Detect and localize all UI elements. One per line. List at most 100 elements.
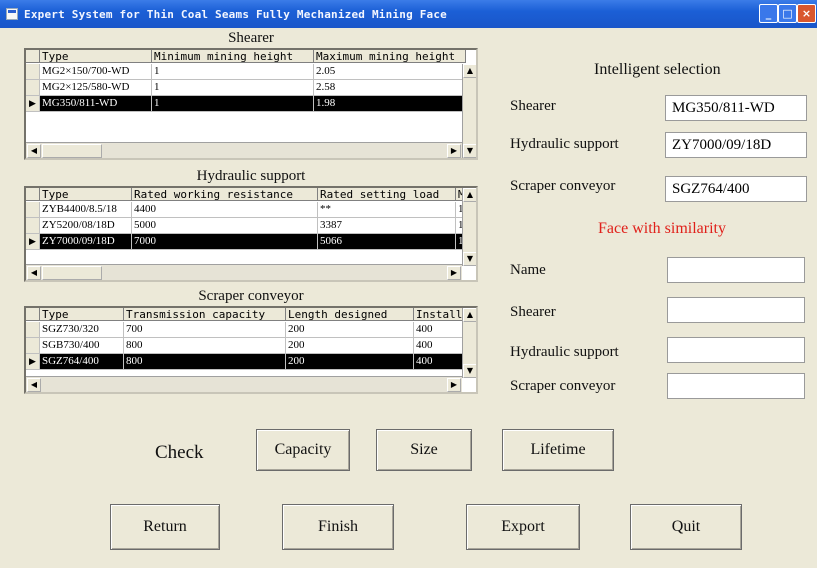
column-header[interactable]: Type xyxy=(40,308,124,320)
name-label: Name xyxy=(510,262,546,278)
grid-cell: 1.98 xyxy=(314,96,466,111)
column-header[interactable]: Transmission capacity xyxy=(124,308,286,320)
vertical-scrollbar[interactable]: ▲ ▼ xyxy=(462,64,476,158)
row-pointer-icon: ▶ xyxy=(26,354,40,369)
grid-header: Type Transmission capacity Length design… xyxy=(26,308,466,321)
selected-hydraulic-support-field[interactable]: ZY7000/09/18D xyxy=(665,132,807,158)
minimize-button[interactable]: _ xyxy=(759,4,778,23)
lifetime-button[interactable]: Lifetime xyxy=(502,429,614,471)
selected-scraper-conveyor-field[interactable]: SGZ764/400 xyxy=(665,176,807,202)
table-row-selected[interactable]: ▶ MG350/811-WD 1 1.98 xyxy=(26,96,466,112)
grid-cell: 3387 xyxy=(318,218,456,233)
face-similarity-title: Face with similarity xyxy=(598,220,726,237)
similar-scraper-conveyor-label: Scraper conveyor xyxy=(510,378,616,394)
check-label: Check xyxy=(155,442,204,463)
scroll-up-icon[interactable]: ▲ xyxy=(463,308,476,322)
grid-cell: 5000 xyxy=(132,218,318,233)
scroll-left-icon[interactable]: ◀ xyxy=(27,266,41,280)
hydraulic-grid-title: Hydraulic support xyxy=(196,168,306,184)
similar-name-field[interactable] xyxy=(667,257,805,283)
grid-cell: ZY5200/08/18D xyxy=(40,218,132,233)
scroll-right-icon[interactable]: ▶ xyxy=(447,378,461,392)
size-button[interactable]: Size xyxy=(376,429,472,471)
table-row[interactable]: SGB730/400 800 200 400 xyxy=(26,338,466,354)
similar-shearer-label: Shearer xyxy=(510,304,556,320)
scroll-thumb[interactable] xyxy=(42,144,102,158)
grid-cell: 400 xyxy=(414,354,466,369)
grid-cell: 5066 xyxy=(318,234,456,249)
column-header[interactable]: Length designed xyxy=(286,308,414,320)
capacity-button[interactable]: Capacity xyxy=(256,429,350,471)
scroll-down-icon[interactable]: ▼ xyxy=(463,252,476,266)
table-row[interactable]: MG2×150/700-WD 1 2.05 xyxy=(26,64,466,80)
export-button[interactable]: Export xyxy=(466,504,580,550)
column-header[interactable]: Rated setting load xyxy=(318,188,456,200)
scroll-thumb[interactable] xyxy=(42,266,102,280)
table-row[interactable]: ZYB4400/8.5/18 4400 ** 180 xyxy=(26,202,466,218)
horizontal-scrollbar[interactable]: ◀ ▶ xyxy=(26,142,462,158)
grid-cell: 1 xyxy=(152,96,314,111)
hydraulic-support-grid[interactable]: Type Rated working resistance Rated sett… xyxy=(24,186,478,282)
table-row-selected[interactable]: ▶ ZY7000/09/18D 7000 5066 180 xyxy=(26,234,466,250)
scraper-conveyor-label: Scraper conveyor xyxy=(510,178,616,194)
grid-cell: SGB730/400 xyxy=(40,338,124,353)
similar-scraper-conveyor-field[interactable] xyxy=(667,373,805,399)
scroll-down-icon[interactable]: ▼ xyxy=(463,364,476,378)
grid-header: Type Rated working resistance Rated sett… xyxy=(26,188,466,201)
grid-cell: ZY7000/09/18D xyxy=(40,234,132,249)
scroll-right-icon[interactable]: ▶ xyxy=(447,144,461,158)
horizontal-scrollbar[interactable]: ◀ ▶ xyxy=(26,264,462,280)
scroll-left-icon[interactable]: ◀ xyxy=(27,378,41,392)
similar-shearer-field[interactable] xyxy=(667,297,805,323)
grid-cell: MG2×150/700-WD xyxy=(40,64,152,79)
grid-cell: 200 xyxy=(286,322,414,337)
column-header[interactable]: Rated working resistance xyxy=(132,188,318,200)
column-header[interactable]: Type xyxy=(40,188,132,200)
scraper-conveyor-grid[interactable]: Type Transmission capacity Length design… xyxy=(24,306,478,394)
grid-cell: 2.05 xyxy=(314,64,466,79)
return-button[interactable]: Return xyxy=(110,504,220,550)
finish-button[interactable]: Finish xyxy=(282,504,394,550)
title-bar: Expert System for Thin Coal Seams Fully … xyxy=(0,0,817,28)
column-header[interactable]: Installed xyxy=(414,308,466,320)
column-header[interactable]: Minimum mining height xyxy=(152,50,314,62)
table-row[interactable]: MG2×125/580-WD 1 2.58 xyxy=(26,80,466,96)
vertical-scrollbar[interactable]: ▲ ▼ xyxy=(462,308,476,378)
scroll-right-icon[interactable]: ▶ xyxy=(447,266,461,280)
conveyor-grid-title: Scraper conveyor xyxy=(198,288,304,304)
grid-header: Type Minimum mining height Maximum minin… xyxy=(26,50,466,63)
grid-cell: 1 xyxy=(152,80,314,95)
grid-cell: ** xyxy=(318,202,456,217)
vertical-scrollbar[interactable]: ▲ ▼ xyxy=(462,188,476,266)
grid-cell: 400 xyxy=(414,338,466,353)
grid-cell: 400 xyxy=(414,322,466,337)
grid-cell: 1 xyxy=(152,64,314,79)
scroll-left-icon[interactable]: ◀ xyxy=(27,144,41,158)
similar-hydraulic-support-label: Hydraulic support xyxy=(510,344,619,360)
scroll-down-icon[interactable]: ▼ xyxy=(463,144,476,158)
scroll-up-icon[interactable]: ▲ xyxy=(463,64,476,78)
column-header[interactable]: Maximum mining height xyxy=(314,50,466,62)
table-row[interactable]: SGZ730/320 700 200 400 xyxy=(26,322,466,338)
grid-cell: 200 xyxy=(286,338,414,353)
hydraulic-support-label: Hydraulic support xyxy=(510,136,619,152)
close-button[interactable]: × xyxy=(797,4,816,23)
selected-shearer-field[interactable]: MG350/811-WD xyxy=(665,95,807,121)
grid-cell: 800 xyxy=(124,354,286,369)
table-row[interactable]: ZY5200/08/18D 5000 3387 170 xyxy=(26,218,466,234)
row-pointer-icon: ▶ xyxy=(26,96,40,111)
horizontal-scrollbar[interactable]: ◀ ▶ xyxy=(26,376,462,392)
table-row-selected[interactable]: ▶ SGZ764/400 800 200 400 xyxy=(26,354,466,370)
shearer-grid-title: Shearer xyxy=(228,30,274,46)
grid-cell: MG350/811-WD xyxy=(40,96,152,111)
grid-cell: MG2×125/580-WD xyxy=(40,80,152,95)
grid-cell: SGZ764/400 xyxy=(40,354,124,369)
similar-hydraulic-support-field[interactable] xyxy=(667,337,805,363)
app-icon xyxy=(6,8,18,20)
maximize-button[interactable]: □ xyxy=(778,4,797,23)
grid-cell: 700 xyxy=(124,322,286,337)
scroll-up-icon[interactable]: ▲ xyxy=(463,188,476,202)
shearer-grid[interactable]: Type Minimum mining height Maximum minin… xyxy=(24,48,478,160)
quit-button[interactable]: Quit xyxy=(630,504,742,550)
column-header[interactable]: Type xyxy=(40,50,152,62)
